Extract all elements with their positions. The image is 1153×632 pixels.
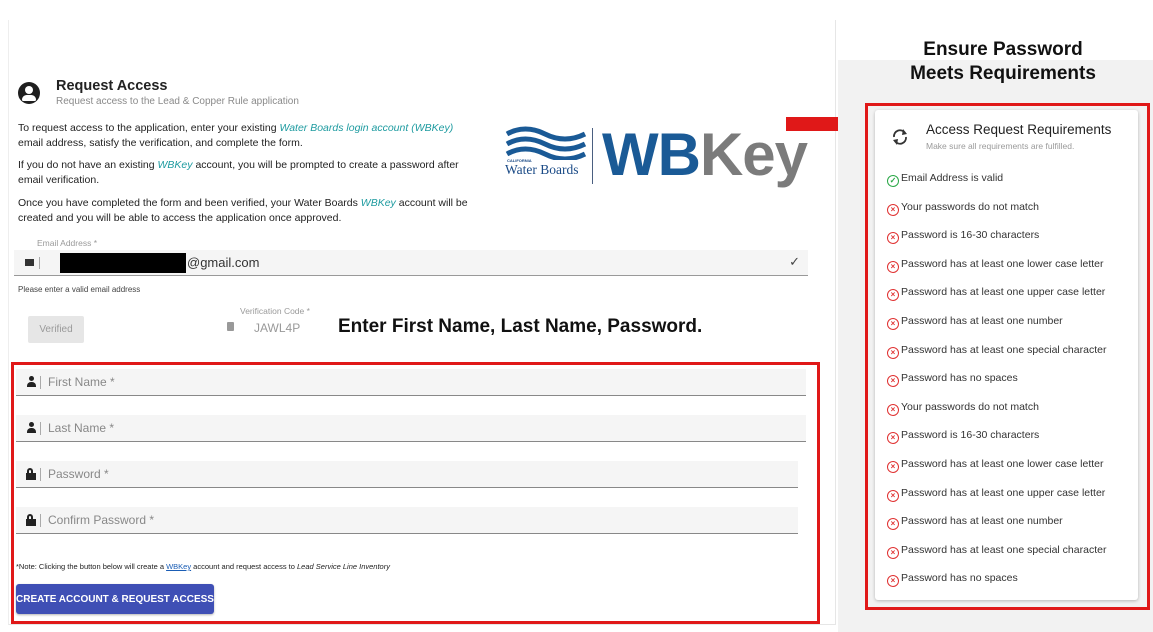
- sync-icon: [893, 129, 907, 145]
- error-circle-icon: ×: [887, 346, 899, 359]
- account-circle-icon: [18, 82, 40, 104]
- error-circle-icon: ×: [887, 489, 899, 502]
- requirement-item: × Password has no spaces: [887, 372, 1018, 388]
- requirement-item: × Password has at least one number: [887, 315, 1063, 330]
- error-circle-icon: ×: [887, 260, 899, 273]
- wbkey-logo: CALIFORNIA Water Boards WBKey: [505, 122, 808, 190]
- requirement-item: × Your passwords do not match: [887, 201, 1039, 216]
- intro-paragraph-2: If you do not have an existing WBKey acc…: [18, 159, 459, 186]
- error-circle-icon: ×: [887, 403, 899, 416]
- annotation-enter-fields: Enter First Name, Last Name, Password.: [338, 316, 703, 337]
- check-icon: ✓: [789, 254, 800, 269]
- email-field[interactable]: @gmail.com ✓: [14, 250, 808, 276]
- error-circle-icon: ×: [887, 432, 899, 445]
- error-circle-icon: ×: [887, 375, 899, 388]
- requirement-item: ✓ Email Address is valid: [887, 172, 1003, 187]
- requirement-item: × Password has no spaces: [887, 572, 1018, 588]
- unlock-icon: [26, 514, 36, 526]
- requirements-title: Access Request Requirements: [926, 122, 1112, 137]
- email-help-text: Please enter a valid email address: [18, 285, 141, 294]
- intro-paragraph-3: Once you have completed the form and bee…: [18, 197, 468, 224]
- requirement-item: × Password has at least one upper case le…: [887, 487, 1105, 502]
- requirement-item: × Your passwords do not match: [887, 401, 1039, 416]
- confirm-password-field[interactable]: Confirm Password *: [16, 507, 798, 534]
- email-value: @gmail.com: [187, 255, 260, 270]
- requirement-item: × Password has at least one lower case le…: [887, 458, 1104, 473]
- unlock-icon: [26, 468, 36, 480]
- error-circle-icon: ×: [887, 518, 899, 531]
- intro-paragraph-1: To request access to the application, en…: [18, 122, 454, 149]
- mail-icon: [25, 259, 34, 266]
- error-circle-icon: ×: [887, 203, 899, 216]
- error-circle-icon: ×: [887, 546, 899, 559]
- requirement-item: × Password has at least one lower case le…: [887, 258, 1104, 273]
- requirement-item: × Password has at least one upper case le…: [887, 286, 1105, 302]
- page-title: Request Access: [56, 78, 168, 94]
- requirement-item: × Password is 16-30 characters: [887, 429, 1039, 445]
- water-waves-icon: [505, 126, 587, 160]
- email-redaction: [60, 253, 186, 273]
- verification-code-value: JAWL4P: [254, 321, 301, 335]
- logo-org-name: Water Boards: [505, 162, 579, 177]
- email-label: Email Address *: [37, 238, 97, 248]
- requirement-item: × Password is 16-30 characters: [887, 229, 1039, 245]
- annotation-password-requirements: Ensure Password Meets Requirements: [910, 39, 1096, 84]
- verification-code-field[interactable]: JAWL4P: [220, 315, 330, 343]
- error-circle-icon: ×: [887, 575, 899, 588]
- error-circle-icon: ×: [887, 318, 899, 330]
- check-circle-icon: ✓: [887, 175, 899, 187]
- create-account-button[interactable]: CREATE ACCOUNT & REQUEST ACCESS: [16, 584, 214, 614]
- form-note: *Note: Clicking the button below will cr…: [16, 562, 390, 571]
- person-icon: [26, 376, 36, 387]
- password-field[interactable]: Password *: [16, 461, 798, 488]
- error-circle-icon: ×: [887, 232, 899, 245]
- wbkey-link[interactable]: WBKey: [166, 562, 191, 571]
- requirement-item: × Password has at least one number: [887, 515, 1063, 531]
- error-circle-icon: ×: [887, 461, 899, 473]
- requirement-item: × Password has at least one special chara…: [887, 344, 1106, 359]
- logo-wordmark: WBKey: [602, 121, 808, 188]
- last-name-field[interactable]: Last Name *: [16, 415, 806, 442]
- requirement-item: × Password has at least one special chara…: [887, 544, 1106, 559]
- error-circle-icon: ×: [887, 289, 899, 302]
- person-icon: [26, 422, 36, 433]
- requirements-subtitle: Make sure all requirements are fulfilled…: [926, 141, 1075, 151]
- verified-button[interactable]: Verified: [28, 316, 84, 343]
- page-subtitle: Request access to the Lead & Copper Rule…: [56, 96, 299, 107]
- lock-icon: [227, 322, 234, 331]
- first-name-field[interactable]: First Name *: [16, 369, 806, 396]
